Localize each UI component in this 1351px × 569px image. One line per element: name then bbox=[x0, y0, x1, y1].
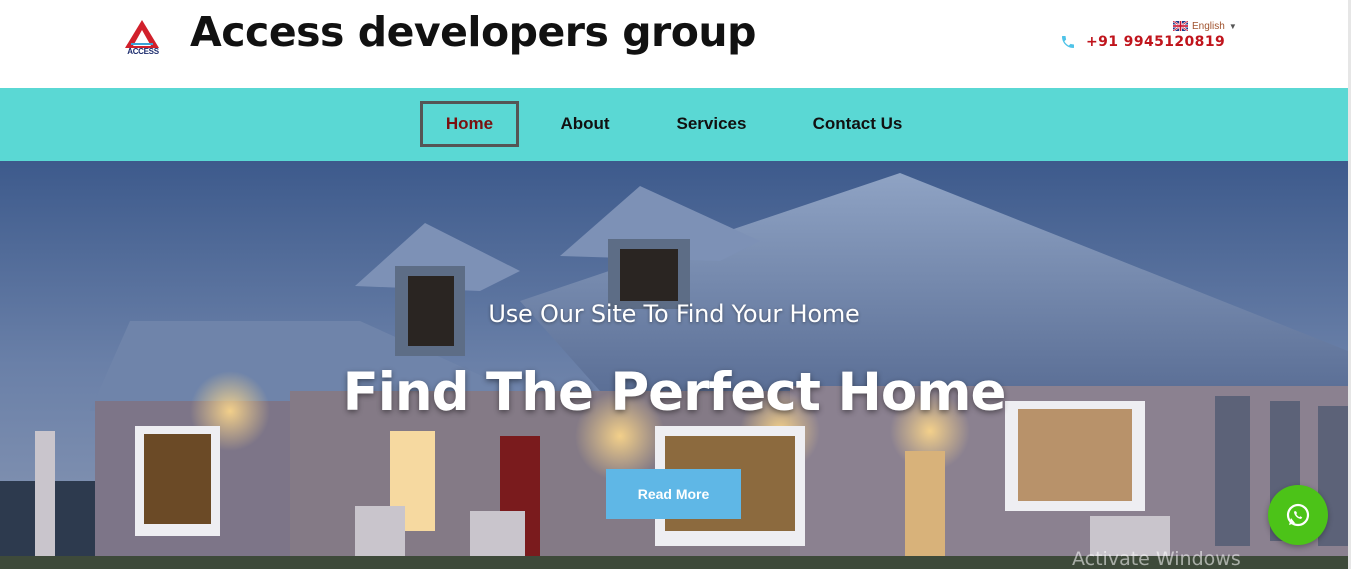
chevron-down-icon: ▼ bbox=[1228, 21, 1237, 31]
activate-windows-watermark: Activate Windows bbox=[1072, 548, 1241, 569]
main-nav: Home About Services Contact Us bbox=[0, 88, 1348, 161]
language-label: English bbox=[1192, 20, 1225, 32]
whatsapp-button[interactable] bbox=[1268, 485, 1328, 545]
hero-title: Find The Perfect Home bbox=[342, 362, 1007, 423]
nav-home[interactable]: Home bbox=[420, 101, 519, 147]
logo-text: ACCESS bbox=[127, 47, 159, 56]
hero-banner: Use Our Site To Find Your Home Find The … bbox=[0, 161, 1348, 569]
nav-services[interactable]: Services bbox=[665, 101, 758, 147]
read-more-button[interactable]: Read More bbox=[606, 469, 741, 519]
site-header: ACCESS Access developers group English ▼… bbox=[0, 0, 1351, 88]
phone-number[interactable]: +91 9945120819 bbox=[1086, 34, 1225, 50]
nav-about[interactable]: About bbox=[545, 101, 625, 147]
whatsapp-icon bbox=[1286, 503, 1310, 527]
language-selector[interactable]: English ▼ bbox=[1173, 19, 1237, 33]
hero-subtitle: Use Our Site To Find Your Home bbox=[488, 300, 860, 328]
uk-flag-icon bbox=[1173, 21, 1188, 31]
site-title: Access developers group bbox=[190, 8, 756, 56]
nav-contact-us[interactable]: Contact Us bbox=[800, 101, 915, 147]
phone-contact[interactable]: +91 9945120819 bbox=[1060, 34, 1225, 50]
phone-icon bbox=[1062, 36, 1074, 48]
